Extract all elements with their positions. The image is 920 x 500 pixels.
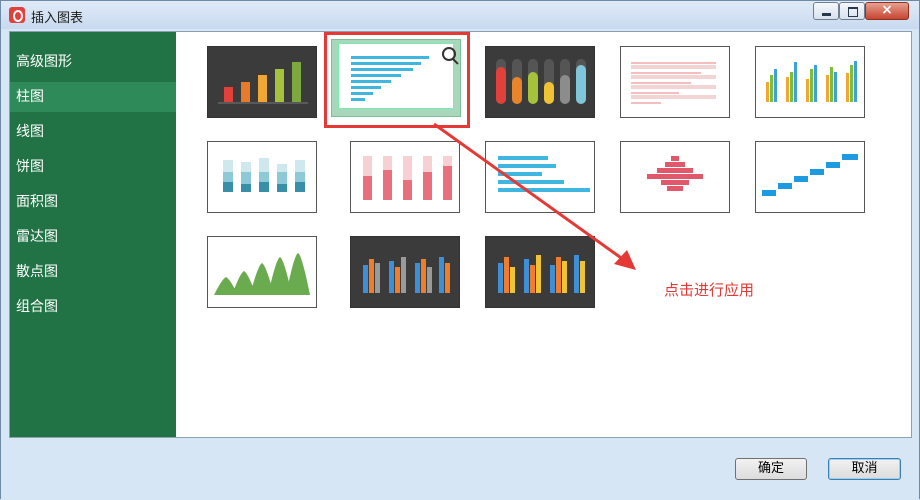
dialog-footer: 确定 取消 [1,438,919,500]
annotation-text: 点击进行应用 [664,281,755,299]
chart-category-sidebar: 高级图形 柱图 线图 饼图 面积图 雷达图 散点图 组合图 [10,32,176,437]
ok-button[interactable]: 确定 [735,458,807,480]
cancel-button[interactable]: 取消 [828,458,901,480]
annotation-arrow [433,122,636,270]
app-icon [9,7,25,23]
sidebar-item-scatter[interactable]: 散点图 [10,257,176,287]
title-bar: 插入图表 × [1,1,919,29]
sidebar-item-column[interactable]: 柱图 [10,82,176,112]
sidebar-item-pie[interactable]: 饼图 [10,152,176,182]
sidebar-item-line[interactable]: 线图 [10,117,176,147]
sidebar-item-combo[interactable]: 组合图 [10,292,176,322]
sidebar-item-radar[interactable]: 雷达图 [10,222,176,252]
window-title: 插入图表 [31,11,84,26]
close-button[interactable]: × [865,2,909,20]
insert-chart-window: 插入图表 × 高级图形 柱图 线图 饼图 面积图 雷达图 散点图 组合图 点击进… [0,0,920,500]
sidebar-item-area[interactable]: 面积图 [10,187,176,217]
dialog-body: 高级图形 柱图 线图 饼图 面积图 雷达图 散点图 组合图 [9,31,912,438]
close-icon: × [881,2,893,18]
chart-thumbnail-grid [176,32,911,437]
maximize-button[interactable] [839,2,865,20]
minimize-button[interactable] [813,2,839,20]
sidebar-item-advanced[interactable]: 高级图形 [10,47,176,77]
